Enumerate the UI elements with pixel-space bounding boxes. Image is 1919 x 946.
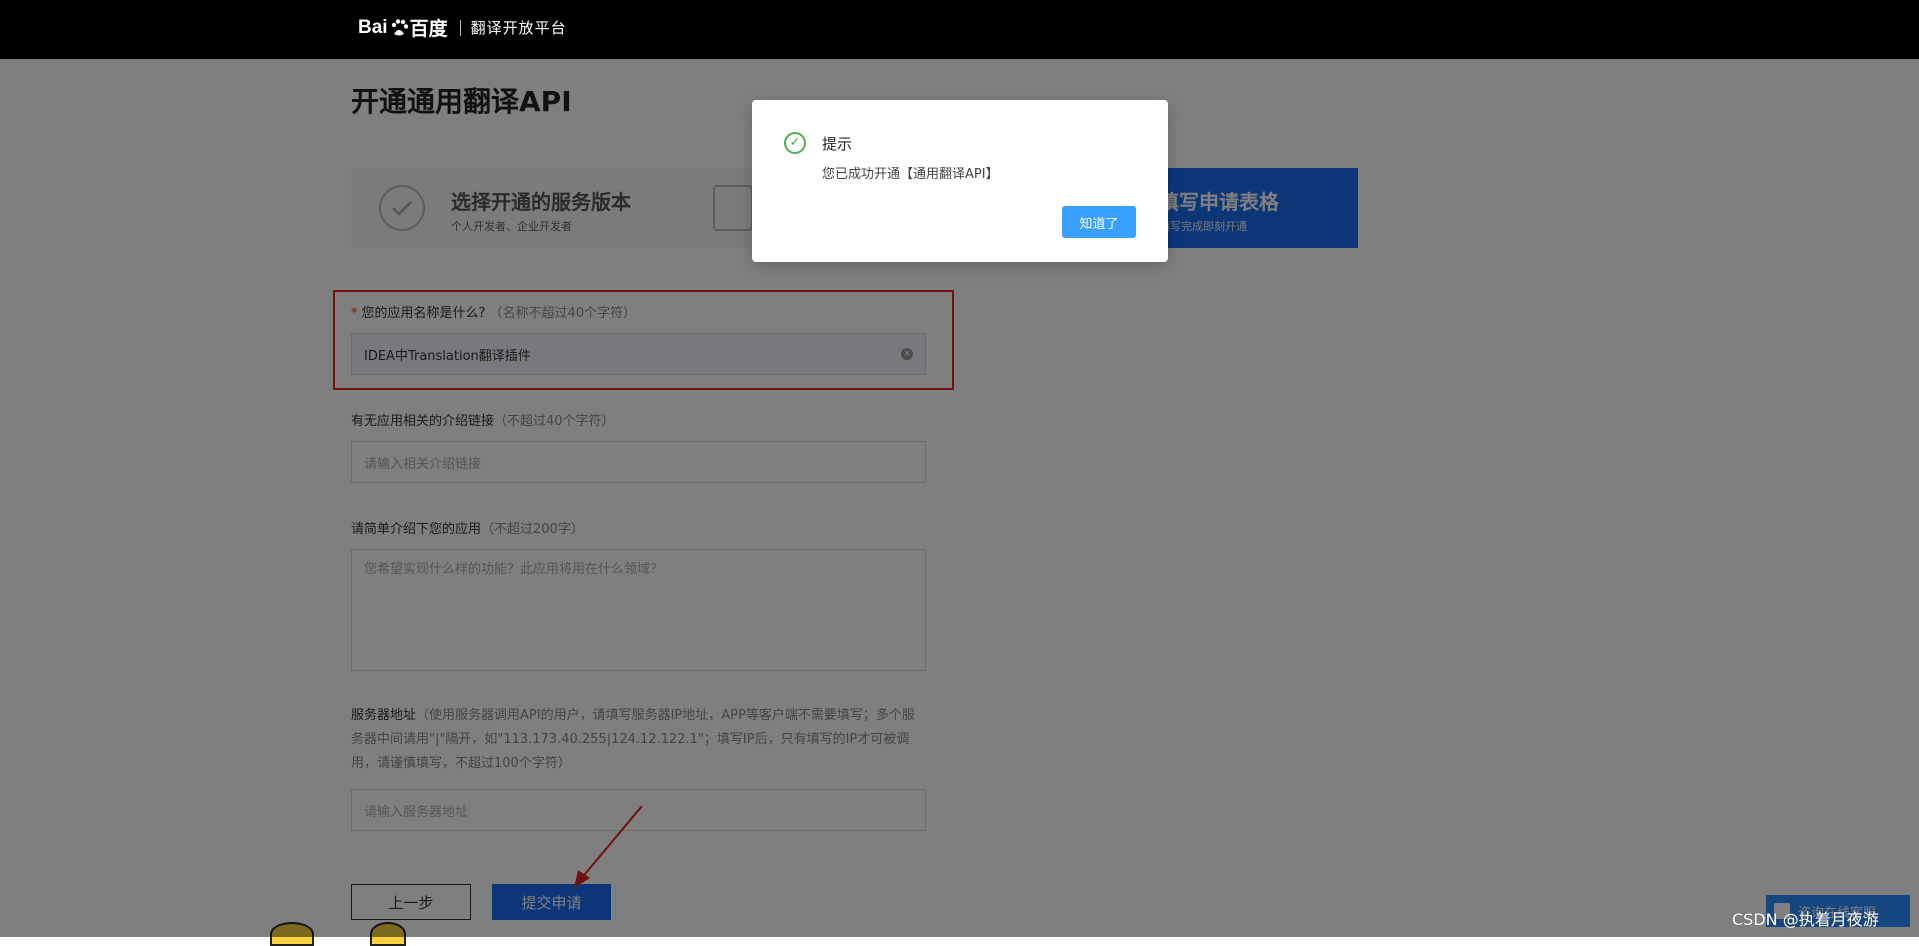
logo-text-right: 百度 xyxy=(409,19,448,40)
watermark: CSDN @执着月夜游 xyxy=(1732,910,1879,929)
dialog-title: 提示 xyxy=(822,135,853,153)
dialog-message: 您已成功开通【通用翻译API】 xyxy=(822,167,999,182)
success-dialog: ✓ 提示 您已成功开通【通用翻译API】 知道了 xyxy=(752,100,1168,262)
top-navbar: Bai 百度 翻译开放平台 xyxy=(0,0,1919,59)
logo-text-left: Bai xyxy=(358,16,388,38)
dialog-ok-button[interactable]: 知道了 xyxy=(1062,206,1136,238)
baidu-logo: Bai 百度 xyxy=(358,14,448,41)
success-check-icon: ✓ xyxy=(784,132,806,154)
paw-icon xyxy=(391,18,408,35)
brand[interactable]: Bai 百度 翻译开放平台 xyxy=(358,14,567,41)
platform-name: 翻译开放平台 xyxy=(470,19,567,37)
brand-divider xyxy=(459,19,461,36)
